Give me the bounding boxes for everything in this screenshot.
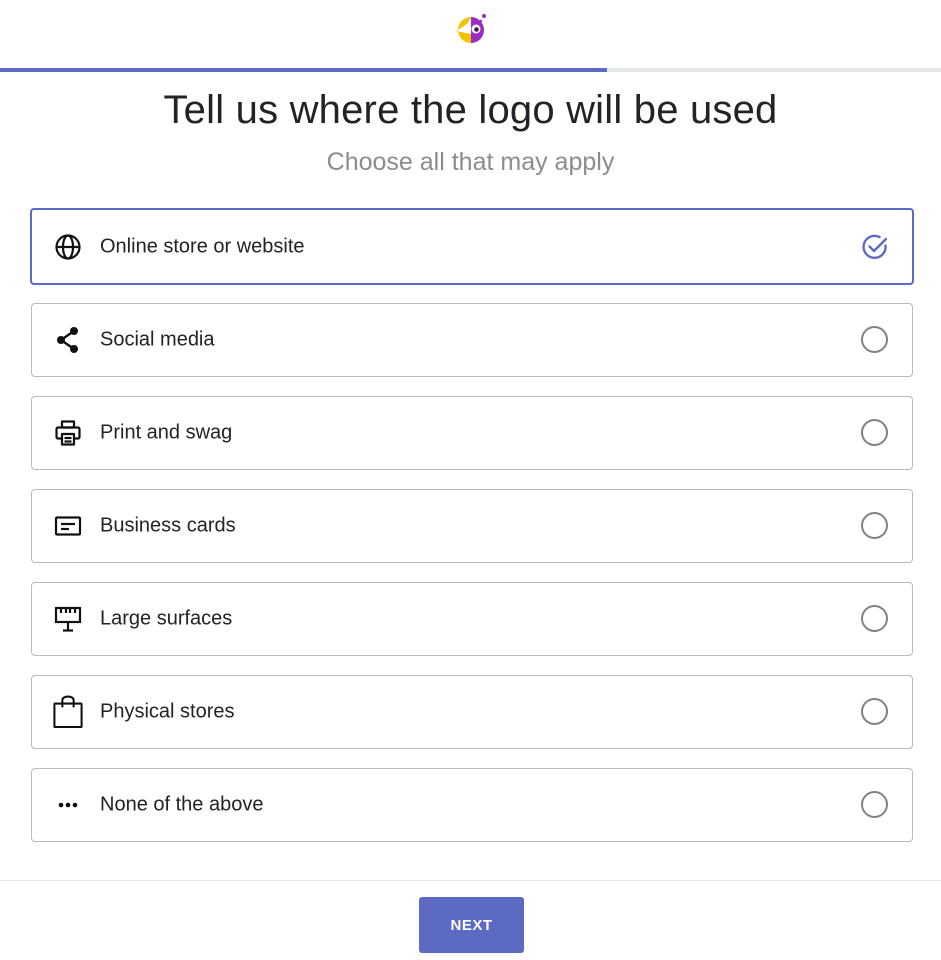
option-online-store[interactable]: Online store or website bbox=[30, 208, 914, 285]
option-social-media[interactable]: Social media bbox=[31, 303, 913, 377]
radio-unchecked-icon[interactable] bbox=[861, 419, 889, 447]
billboard-icon bbox=[53, 604, 83, 634]
usage-options-list: Online store or website Social media Pri… bbox=[30, 208, 914, 861]
next-button[interactable]: NEXT bbox=[419, 897, 524, 953]
more-dots-icon bbox=[53, 790, 83, 820]
page-subtitle: Choose all that may apply bbox=[326, 148, 615, 176]
option-physical-stores[interactable]: Physical stores bbox=[31, 675, 913, 749]
option-large-surfaces[interactable]: Large surfaces bbox=[31, 582, 913, 656]
shopping-bag-icon bbox=[53, 695, 83, 729]
footer-divider bbox=[0, 880, 941, 881]
radio-unchecked-icon[interactable] bbox=[861, 326, 889, 354]
radio-unchecked-icon[interactable] bbox=[861, 698, 889, 726]
printer-icon bbox=[53, 418, 83, 448]
option-label: Business cards bbox=[100, 514, 236, 537]
progress-bar bbox=[0, 68, 941, 72]
option-print-and-swag[interactable]: Print and swag bbox=[31, 396, 913, 470]
option-label: Online store or website bbox=[100, 235, 305, 257]
header bbox=[0, 0, 941, 68]
checked-circle-icon[interactable] bbox=[861, 233, 889, 261]
option-label: Large surfaces bbox=[100, 607, 233, 630]
option-label: Social media bbox=[100, 328, 215, 351]
globe-icon bbox=[53, 232, 83, 262]
radio-unchecked-icon[interactable] bbox=[861, 605, 889, 633]
business-card-icon bbox=[53, 511, 83, 541]
radio-unchecked-icon[interactable] bbox=[861, 512, 889, 540]
option-label: None of the above bbox=[100, 793, 264, 816]
option-none-of-the-above[interactable]: None of the above bbox=[31, 768, 913, 842]
share-icon bbox=[53, 325, 83, 355]
radio-unchecked-icon[interactable] bbox=[861, 791, 889, 819]
brand-logo-icon bbox=[456, 14, 486, 43]
option-label: Physical stores bbox=[100, 700, 235, 723]
page-title: Tell us where the logo will be used bbox=[163, 88, 778, 132]
progress-bar-fill bbox=[0, 68, 607, 72]
option-business-cards[interactable]: Business cards bbox=[31, 489, 913, 563]
option-label: Print and swag bbox=[100, 421, 233, 444]
